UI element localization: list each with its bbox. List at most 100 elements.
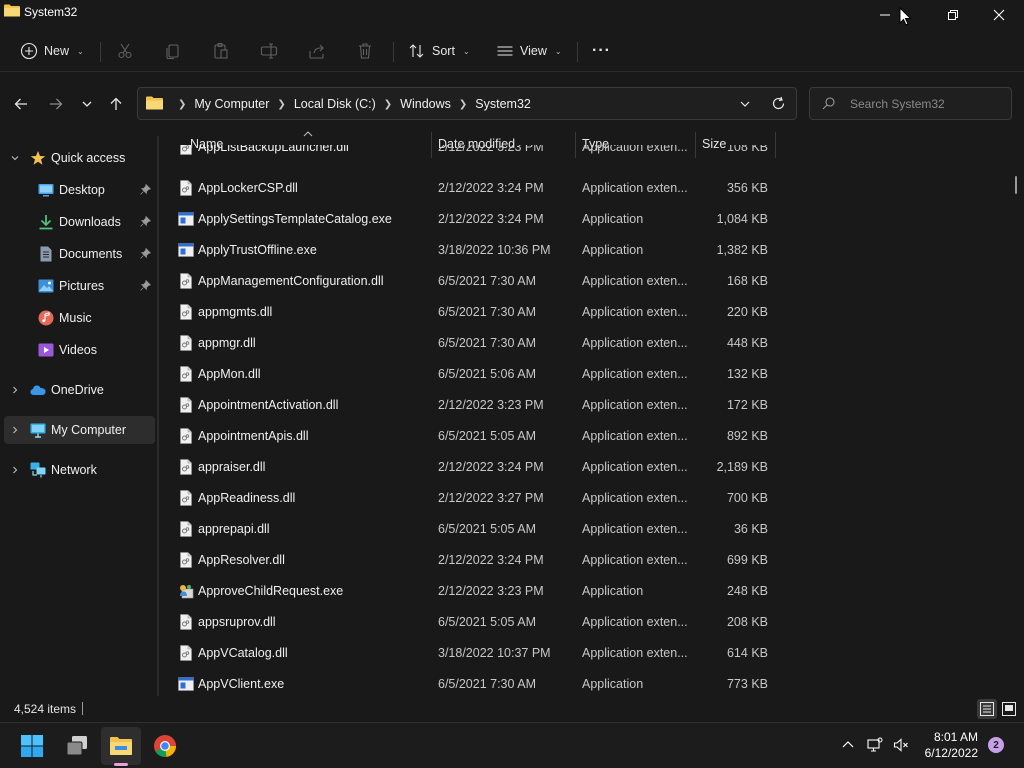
cut-button[interactable] bbox=[116, 39, 134, 63]
rename-button[interactable] bbox=[260, 39, 278, 63]
refresh-icon[interactable] bbox=[771, 96, 786, 111]
forward-button[interactable] bbox=[46, 94, 66, 114]
file-size: 699 KB bbox=[726, 553, 768, 567]
clock[interactable]: 8:01 AM 6/12/2022 bbox=[925, 729, 978, 761]
file-date: 2/12/2022 3:27 PM bbox=[438, 491, 544, 505]
file-type: Application exten... bbox=[582, 145, 688, 154]
copy-button[interactable] bbox=[164, 39, 182, 63]
table-row[interactable]: AppVCatalog.dll 3/18/2022 10:37 PM Applica… bbox=[159, 638, 779, 669]
back-button[interactable] bbox=[11, 94, 31, 114]
document-icon bbox=[40, 246, 52, 262]
sidebar-item-quick-access[interactable]: Quick access bbox=[4, 144, 155, 172]
taskbar-chrome[interactable] bbox=[145, 727, 185, 765]
file-size: 132 KB bbox=[726, 367, 768, 381]
sidebar-item-downloads[interactable]: Downloads bbox=[4, 208, 155, 236]
pin-icon[interactable] bbox=[140, 216, 151, 227]
share-button[interactable] bbox=[308, 39, 326, 63]
chevron-right-icon[interactable] bbox=[10, 385, 20, 395]
table-row[interactable]: appmgr.dll 6/5/2021 7:30 AM Application ex… bbox=[159, 328, 779, 359]
restore-button[interactable] bbox=[930, 0, 976, 30]
table-row[interactable]: AppVClient.exe 6/5/2021 7:30 AM Applicatio… bbox=[159, 669, 779, 696]
sidebar-item-desktop[interactable]: Desktop bbox=[4, 176, 155, 204]
table-row[interactable]: AppLockerCSP.dll 2/12/2022 3:24 PM Applica… bbox=[159, 173, 779, 204]
file-size: 248 KB bbox=[726, 584, 768, 598]
search-input[interactable] bbox=[850, 95, 1005, 113]
search-icon bbox=[822, 97, 835, 110]
table-row[interactable]: AppointmentActivation.dll 2/12/2022 3:23 … bbox=[159, 390, 779, 421]
table-row[interactable]: appsruprov.dll 6/5/2021 5:05 AM Applicatio… bbox=[159, 607, 779, 638]
table-row[interactable]: appmgmts.dll 6/5/2021 7:30 AM Application … bbox=[159, 297, 779, 328]
sidebar-item-my-computer[interactable]: My Computer bbox=[4, 416, 155, 444]
breadcrumb-my-computer[interactable]: My Computer bbox=[194, 97, 269, 111]
table-row[interactable]: ApplyTrustOffline.exe 3/18/2022 10:36 PM A… bbox=[159, 235, 779, 266]
delete-button[interactable] bbox=[356, 39, 374, 63]
task-view-button[interactable] bbox=[57, 727, 97, 765]
large-icons-view-button[interactable] bbox=[999, 699, 1019, 719]
search-box[interactable] bbox=[809, 87, 1012, 120]
address-bar[interactable]: ❯ My Computer ❯ Local Disk (C:) ❯ Window… bbox=[137, 87, 797, 120]
file-date: 6/5/2021 5:06 AM bbox=[438, 367, 536, 381]
details-view-button[interactable] bbox=[977, 699, 997, 719]
view-button[interactable]: View ⌄ bbox=[496, 39, 562, 63]
file-type: Application exten... bbox=[582, 522, 688, 536]
table-row[interactable]: AppReadiness.dll 2/12/2022 3:27 PM Applica… bbox=[159, 483, 779, 514]
sidebar-item-onedrive[interactable]: OneDrive bbox=[4, 376, 155, 404]
music-icon bbox=[38, 310, 54, 326]
chevron-down-icon[interactable] bbox=[10, 153, 20, 163]
file-name: AppReadiness.dll bbox=[198, 491, 296, 505]
table-row[interactable]: AppListBackupLauncher.dll 2/12/2022 3:23 … bbox=[159, 145, 779, 163]
table-row[interactable]: AppManagementConfiguration.dll 6/5/2021 7… bbox=[159, 266, 779, 297]
chevron-right-icon[interactable] bbox=[10, 425, 20, 435]
sidebar-item-pictures[interactable]: Pictures bbox=[4, 272, 155, 300]
sidebar-item-label: My Computer bbox=[51, 423, 127, 437]
sort-label: Sort bbox=[432, 44, 455, 58]
download-icon bbox=[39, 215, 53, 230]
table-row[interactable]: ApproveChildRequest.exe 2/12/2022 3:23 PM… bbox=[159, 576, 779, 607]
start-button[interactable] bbox=[12, 727, 52, 765]
new-button[interactable]: New ⌄ bbox=[20, 39, 84, 63]
sidebar-item-music[interactable]: Music bbox=[4, 304, 155, 332]
pin-icon[interactable] bbox=[140, 184, 151, 195]
paste-button[interactable] bbox=[212, 39, 230, 63]
table-row[interactable]: AppMon.dll 6/5/2021 5:06 AM Application ex… bbox=[159, 359, 779, 390]
dll-file-icon bbox=[180, 397, 192, 413]
scrollbar-thumb[interactable] bbox=[1015, 176, 1017, 194]
chevron-up-icon[interactable] bbox=[840, 737, 856, 753]
breadcrumb-windows[interactable]: Windows bbox=[400, 97, 451, 111]
table-row[interactable]: ApplySettingsTemplateCatalog.exe 2/12/202… bbox=[159, 204, 779, 235]
windows-logo-icon bbox=[21, 735, 43, 757]
divider bbox=[100, 42, 101, 62]
file-type: Application exten... bbox=[582, 615, 688, 629]
up-button[interactable] bbox=[106, 94, 126, 114]
close-button[interactable] bbox=[976, 0, 1022, 30]
sidebar-item-documents[interactable]: Documents bbox=[4, 240, 155, 268]
sort-icon bbox=[409, 44, 424, 58]
sort-button[interactable]: Sort ⌄ bbox=[408, 39, 470, 63]
table-row[interactable]: AppResolver.dll 2/12/2022 3:24 PM Applicat… bbox=[159, 545, 779, 576]
table-row[interactable]: apprepapi.dll 6/5/2021 5:05 AM Application… bbox=[159, 514, 779, 545]
file-type: Application bbox=[582, 677, 644, 691]
dll-file-icon bbox=[180, 645, 192, 661]
pin-icon[interactable] bbox=[140, 280, 151, 291]
recent-locations-button[interactable] bbox=[77, 94, 97, 114]
sidebar-item-label: Quick access bbox=[51, 151, 126, 165]
breadcrumb-system32[interactable]: System32 bbox=[475, 97, 531, 111]
taskbar-file-explorer[interactable] bbox=[101, 727, 141, 765]
address-history-dropdown[interactable] bbox=[738, 97, 752, 111]
dll-file-icon bbox=[180, 459, 192, 475]
file-type: Application exten... bbox=[582, 646, 688, 660]
notification-badge[interactable]: 2 bbox=[988, 737, 1004, 753]
sidebar-item-videos[interactable]: Videos bbox=[4, 336, 155, 364]
chevron-right-icon[interactable] bbox=[10, 465, 20, 475]
more-options-button[interactable]: ··· bbox=[592, 39, 611, 63]
sidebar-item-network[interactable]: Network bbox=[4, 456, 155, 484]
paste-icon bbox=[214, 42, 228, 59]
dll-file-icon bbox=[180, 304, 192, 320]
network-status-icon[interactable] bbox=[867, 737, 883, 753]
table-row[interactable]: AppointmentApis.dll 6/5/2021 5:05 AM Appli… bbox=[159, 421, 779, 452]
pin-icon[interactable] bbox=[140, 248, 151, 259]
copy-icon bbox=[166, 44, 179, 60]
volume-muted-icon[interactable] bbox=[893, 737, 909, 753]
table-row[interactable]: appraiser.dll 2/12/2022 3:24 PM Applicatio… bbox=[159, 452, 779, 483]
breadcrumb-local-disk[interactable]: Local Disk (C:) bbox=[294, 97, 376, 111]
